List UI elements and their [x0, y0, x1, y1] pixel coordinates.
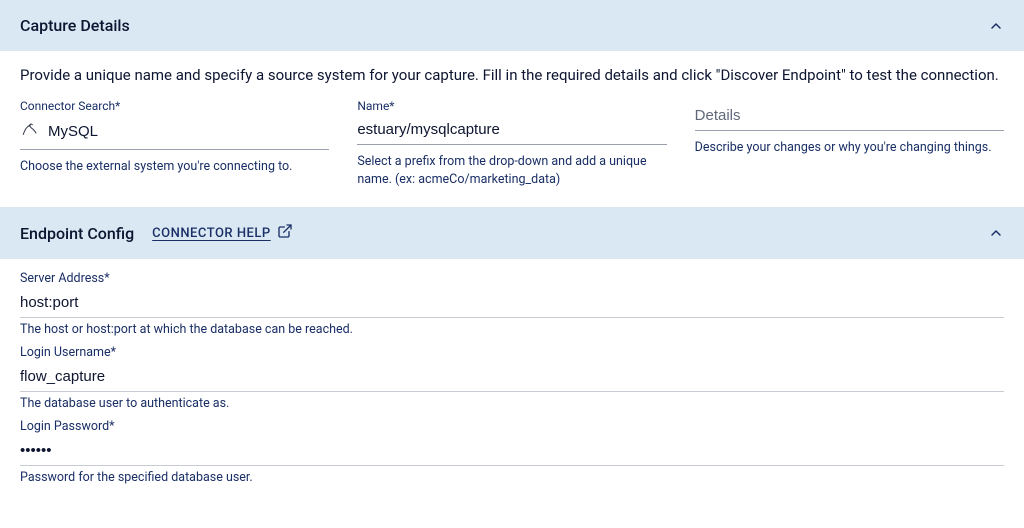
chevron-up-icon	[988, 225, 1004, 241]
connector-help-link[interactable]: CONNECTOR HELP	[152, 223, 293, 243]
login-password-help: Password for the specified database user…	[20, 470, 1004, 485]
capture-fields-row: Connector Search* Choose the external sy…	[20, 99, 1004, 189]
endpoint-config-title: Endpoint Config	[20, 224, 134, 243]
name-help: Select a prefix from the drop-down and a…	[357, 153, 666, 189]
capture-details-instruction: Provide a unique name and specify a sour…	[20, 65, 1004, 87]
name-field: Name* Select a prefix from the drop-down…	[357, 99, 666, 189]
server-address-field: Server Address* The host or host:port at…	[20, 271, 1004, 337]
endpoint-config-body: Server Address* The host or host:port at…	[0, 259, 1024, 503]
capture-details-body: Provide a unique name and specify a sour…	[0, 51, 1024, 207]
connector-search-input[interactable]	[48, 123, 329, 140]
connector-search-field: Connector Search* Choose the external sy…	[20, 99, 329, 189]
name-input[interactable]	[357, 121, 666, 138]
server-address-input[interactable]	[20, 288, 1004, 318]
login-username-help: The database user to authenticate as.	[20, 396, 1004, 411]
login-username-label: Login Username*	[20, 345, 1004, 360]
server-address-help: The host or host:port at which the datab…	[20, 322, 1004, 337]
details-field: Describe your changes or why you're chan…	[695, 99, 1004, 189]
capture-details-header[interactable]: Capture Details	[0, 0, 1024, 51]
login-username-field: Login Username* The database user to aut…	[20, 345, 1004, 411]
connector-search-label: Connector Search*	[20, 99, 329, 113]
capture-details-title: Capture Details	[20, 16, 130, 35]
connector-search-help: Choose the external system you're connec…	[20, 158, 329, 176]
external-link-icon	[277, 223, 293, 243]
mysql-icon	[20, 121, 40, 143]
endpoint-config-header[interactable]: Endpoint Config CONNECTOR HELP	[0, 207, 1024, 259]
name-input-line[interactable]	[357, 117, 666, 145]
details-input-line[interactable]	[695, 103, 1004, 131]
connector-help-label: CONNECTOR HELP	[152, 226, 271, 241]
details-help: Describe your changes or why you're chan…	[695, 139, 1004, 157]
connector-search-input-line[interactable]	[20, 117, 329, 150]
chevron-up-icon	[988, 18, 1004, 34]
login-password-field: Login Password* Password for the specifi…	[20, 419, 1004, 485]
server-address-label: Server Address*	[20, 271, 1004, 286]
details-input[interactable]	[695, 107, 1004, 124]
login-password-label: Login Password*	[20, 419, 1004, 434]
name-label: Name*	[357, 99, 666, 113]
login-username-input[interactable]	[20, 362, 1004, 392]
login-password-input[interactable]	[20, 436, 1004, 466]
